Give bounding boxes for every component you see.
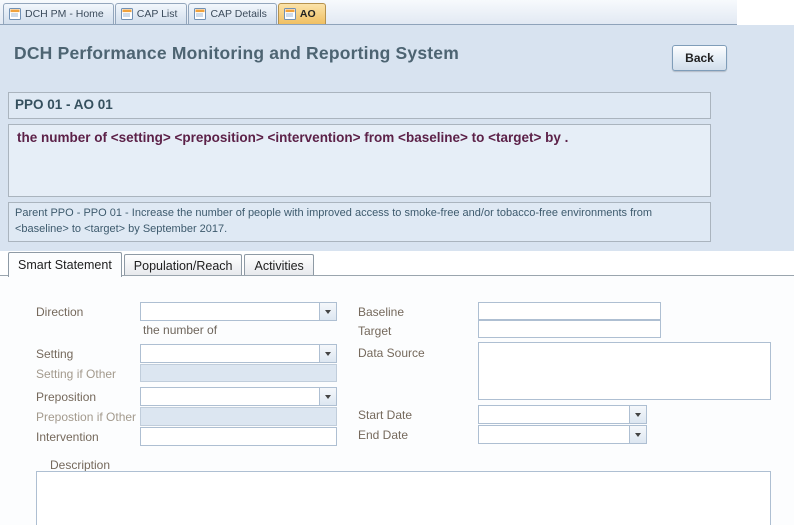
form-icon [284, 8, 296, 20]
tab-population-reach[interactable]: Population/Reach [124, 254, 243, 276]
target-input[interactable] [478, 320, 661, 338]
start-date-dropdown-button[interactable] [629, 406, 646, 423]
parent-ppo-box: Parent PPO - PPO 01 - Increase the numbe… [8, 202, 711, 242]
back-button[interactable]: Back [672, 45, 727, 71]
chevron-down-icon [325, 352, 331, 356]
preposition-input[interactable] [141, 388, 319, 405]
direction-caption: the number of [143, 323, 217, 337]
tab-activities[interactable]: Activities [244, 254, 313, 276]
doc-tab-label: CAP Details [210, 8, 266, 20]
doc-tab-label: DCH PM - Home [25, 8, 104, 20]
chevron-down-icon [325, 310, 331, 314]
doc-tab-cap-details[interactable]: CAP Details [188, 3, 276, 24]
description-label: Description [50, 458, 110, 472]
end-date-label: End Date [358, 428, 408, 442]
doc-tab-dch-pm-home[interactable]: DCH PM - Home [3, 3, 114, 24]
form-icon [121, 8, 133, 20]
preposition-dropdown-button[interactable] [319, 388, 336, 405]
direction-input[interactable] [141, 303, 319, 320]
setting-dropdown-button[interactable] [319, 345, 336, 362]
preposition-label: Preposition [36, 390, 96, 404]
data-source-label: Data Source [358, 346, 425, 360]
start-date-combobox[interactable] [478, 405, 647, 424]
description-input[interactable] [36, 471, 771, 525]
setting-if-other-label: Setting if Other [36, 367, 116, 381]
end-date-combobox[interactable] [478, 425, 647, 444]
doc-tab-cap-list[interactable]: CAP List [115, 3, 188, 24]
smart-statement-box: the number of <setting> <preposition> <i… [8, 124, 711, 197]
intervention-label: Intervention [36, 430, 99, 444]
start-date-input[interactable] [479, 406, 629, 423]
target-label: Target [358, 324, 391, 338]
setting-input[interactable] [141, 345, 319, 362]
end-date-dropdown-button[interactable] [629, 426, 646, 443]
preposition-if-other-input [140, 407, 337, 426]
baseline-label: Baseline [358, 305, 404, 319]
section-tab-bar: Smart Statement Population/Reach Activit… [0, 251, 794, 276]
chevron-down-icon [635, 413, 641, 417]
record-title-box: PPO 01 - AO 01 [8, 92, 711, 119]
doc-tab-label: CAP List [137, 8, 178, 20]
chevron-down-icon [325, 395, 331, 399]
app-window: DCH PM - Home CAP List CAP Details AO DC… [0, 0, 794, 525]
direction-combobox[interactable] [140, 302, 337, 321]
tab-smart-statement[interactable]: Smart Statement [8, 252, 122, 277]
start-date-label: Start Date [358, 408, 412, 422]
preposition-if-other-label: Prepostion if Other [36, 410, 136, 424]
setting-label: Setting [36, 347, 73, 361]
direction-label: Direction [36, 305, 83, 319]
end-date-input[interactable] [479, 426, 629, 443]
form-header: DCH Performance Monitoring and Reporting… [0, 25, 794, 90]
setting-if-other-input [140, 364, 337, 382]
intervention-input[interactable] [140, 427, 337, 446]
preposition-combobox[interactable] [140, 387, 337, 406]
data-source-input[interactable] [478, 342, 771, 400]
document-tab-bar: DCH PM - Home CAP List CAP Details AO [0, 0, 794, 25]
form-icon [9, 8, 21, 20]
setting-combobox[interactable] [140, 344, 337, 363]
doc-tab-label: AO [300, 8, 316, 20]
direction-dropdown-button[interactable] [319, 303, 336, 320]
baseline-input[interactable] [478, 302, 661, 320]
doc-tab-ao[interactable]: AO [278, 3, 326, 24]
form-icon [194, 8, 206, 20]
page-title: DCH Performance Monitoring and Reporting… [14, 43, 459, 64]
chevron-down-icon [635, 433, 641, 437]
